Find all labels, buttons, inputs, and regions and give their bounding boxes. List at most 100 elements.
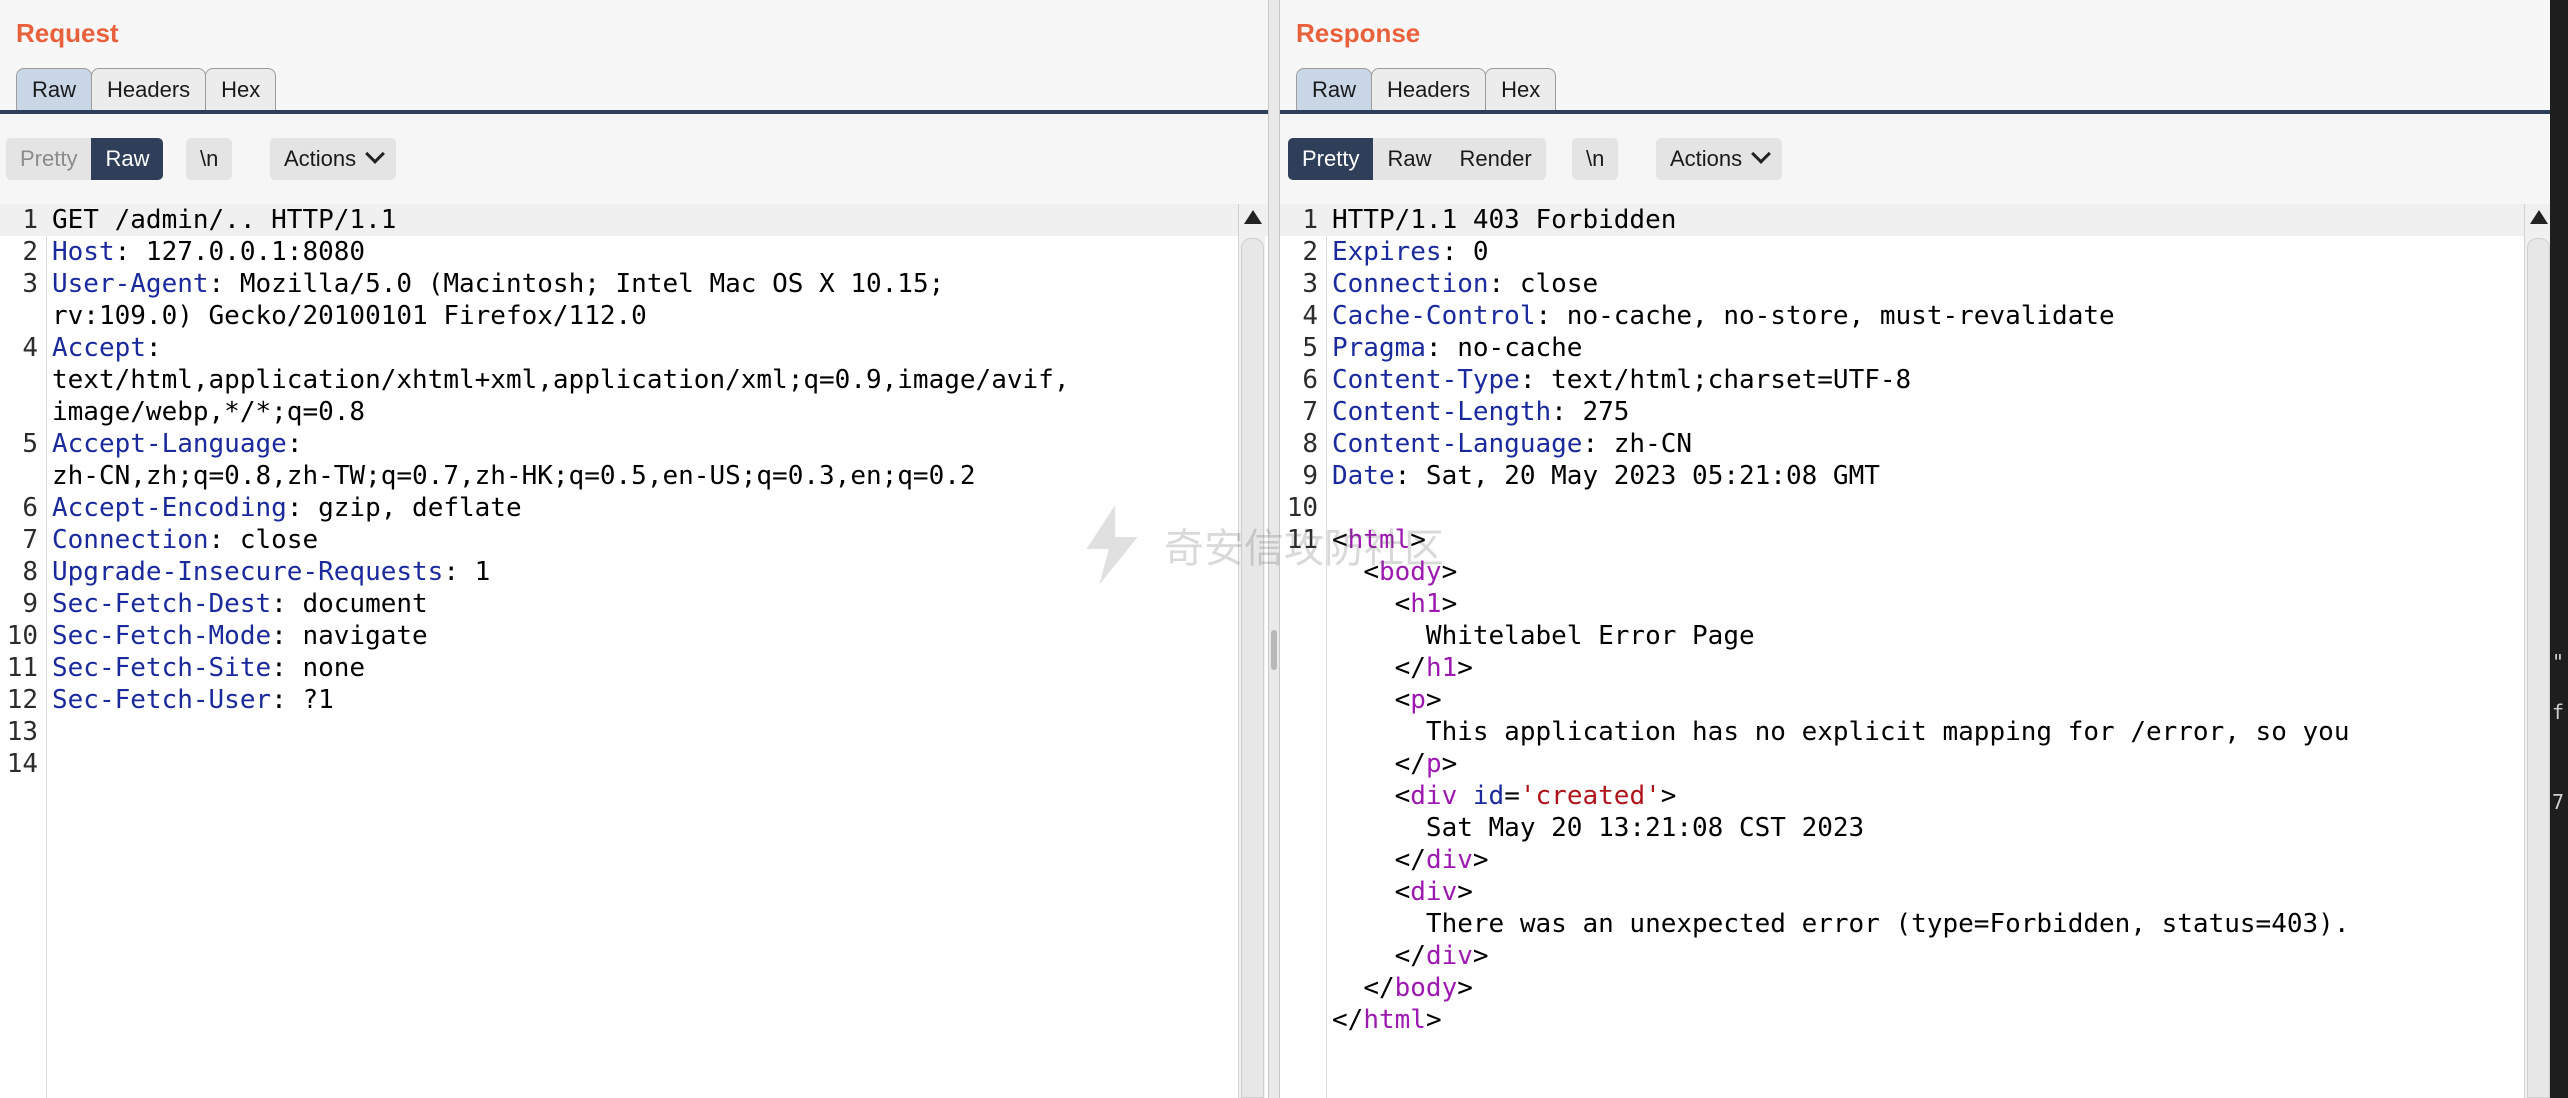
request-scrollbar[interactable]: [1238, 204, 1265, 1098]
tab-hex[interactable]: Hex: [1485, 68, 1557, 110]
header-value: : Mozilla/5.0 (Macintosh; Intel Mac OS X…: [208, 269, 945, 299]
view-mode-toggle: Pretty Raw Render: [1288, 138, 1546, 180]
line-text: Content-Type: text/html;charset=UTF-8: [1318, 364, 1911, 396]
code-line: </p>: [1280, 748, 2550, 780]
line-text: Content-Length: 275: [1318, 396, 1629, 428]
attr-name: id: [1457, 781, 1505, 811]
header-name: Connection: [52, 525, 209, 555]
line-text: Sat May 20 13:21:08 CST 2023: [1318, 812, 1864, 844]
tag-name: div: [1410, 877, 1458, 907]
line-number: 12: [6, 685, 38, 715]
code-line: Whitelabel Error Page: [1280, 620, 2550, 652]
code-line: text/html,application/xhtml+xml,applicat…: [0, 364, 1268, 396]
line-text: [38, 716, 52, 748]
line-number: 5: [22, 429, 38, 459]
raw-button[interactable]: Raw: [1373, 138, 1445, 180]
line-number: 8: [1302, 429, 1318, 459]
line-number: [1280, 748, 1318, 780]
line-number: [0, 460, 38, 492]
line-text: GET /admin/.. HTTP/1.1: [38, 204, 396, 236]
tag-bracket: </: [1394, 941, 1426, 971]
scroll-up-icon[interactable]: [2530, 210, 2548, 224]
line-number: 1: [1302, 205, 1318, 235]
header-name: Upgrade-Insecure-Requests: [52, 557, 444, 587]
newline-button[interactable]: \n: [1572, 138, 1619, 180]
line-number: 1: [22, 205, 38, 235]
line-number: 8: [22, 557, 38, 587]
line-text: <div id='created'>: [1318, 780, 1677, 812]
tab-hex[interactable]: Hex: [205, 68, 277, 110]
tag-name: p: [1410, 685, 1426, 715]
code-line: image/webp,*/*;q=0.8: [0, 396, 1268, 428]
code-line: 8 Upgrade-Insecure-Requests: 1: [0, 556, 1268, 588]
line-text: Accept-Encoding: gzip, deflate: [38, 492, 522, 524]
line-number: [0, 300, 38, 332]
code-line: </body>: [1280, 972, 2550, 1004]
line-content: There was an unexpected error (type=Forb…: [1332, 909, 2350, 939]
tag-bracket: >: [1457, 653, 1473, 683]
line-text: Host: 127.0.0.1:8080: [38, 236, 365, 268]
header-name: Sec-Fetch-Mode: [52, 621, 272, 651]
header-name: Host: [52, 237, 115, 267]
tab-headers[interactable]: Headers: [91, 68, 207, 110]
code-line: 2 Host: 127.0.0.1:8080: [0, 236, 1268, 268]
actions-dropdown[interactable]: Actions: [270, 138, 397, 180]
pretty-button[interactable]: Pretty: [6, 138, 91, 180]
raw-button[interactable]: Raw: [91, 138, 164, 180]
response-editor[interactable]: 1 HTTP/1.1 403 Forbidden 2 Expires: 0 3 Conne…: [1280, 204, 2550, 1098]
tab-raw[interactable]: Raw: [16, 68, 93, 110]
code-line: 10 Sec-Fetch-Mode: navigate: [0, 620, 1268, 652]
line-text: Pragma: no-cache: [1318, 332, 1582, 364]
header-name: Pragma: [1332, 333, 1426, 363]
render-button[interactable]: Render: [1445, 138, 1545, 180]
splitter-grip[interactable]: [1271, 630, 1277, 670]
tab-headers[interactable]: Headers: [1371, 68, 1487, 110]
header-value: : navigate: [271, 621, 428, 651]
code-line: 7 Connection: close: [0, 524, 1268, 556]
newline-button[interactable]: \n: [186, 138, 233, 180]
code-line: <p>: [1280, 684, 2550, 716]
line-number: [1280, 588, 1318, 620]
line-number: 4: [22, 333, 38, 363]
response-scrollbar[interactable]: [2524, 204, 2550, 1098]
tag-bracket: >: [1441, 749, 1458, 779]
code-line: zh-CN,zh;q=0.8,zh-TW;q=0.7,zh-HK;q=0.5,e…: [0, 460, 1268, 492]
tag-name: div: [1410, 781, 1458, 811]
line-text: This application has no explicit mapping…: [1318, 716, 2350, 748]
line-text: HTTP/1.1 403 Forbidden: [1318, 204, 1676, 236]
line-number: [1280, 940, 1318, 972]
tag-bracket: </: [1394, 653, 1426, 683]
response-panel: Response Raw Headers Hex Pretty Raw Rend…: [1280, 0, 2550, 1098]
line-number: [1280, 780, 1318, 812]
scroll-up-icon[interactable]: [1244, 210, 1262, 224]
actions-dropdown[interactable]: Actions: [1656, 138, 1783, 180]
code-line: 1 GET /admin/.. HTTP/1.1: [0, 204, 1268, 236]
line-text: Upgrade-Insecure-Requests: 1: [38, 556, 490, 588]
request-editor[interactable]: 1 GET /admin/.. HTTP/1.1 2 Host: 127.0.0.1:…: [0, 204, 1268, 1098]
scroll-thumb[interactable]: [1241, 238, 1264, 1098]
pretty-button[interactable]: Pretty: [1288, 138, 1374, 180]
header-name: Accept: [52, 333, 146, 363]
code-line: 6 Accept-Encoding: gzip, deflate: [0, 492, 1268, 524]
header-name: Accept-Language: [52, 429, 287, 459]
watermark-logo-icon: [1086, 505, 1138, 585]
tag-name: html: [1363, 1005, 1426, 1035]
line-text: </h1>: [1318, 652, 1473, 684]
header-name: User-Agent: [52, 269, 209, 299]
line-content: zh-CN,zh;q=0.8,zh-TW;q=0.7,zh-HK;q=0.5,e…: [52, 461, 976, 491]
tag-bracket: <: [1394, 589, 1411, 619]
scroll-thumb[interactable]: [2527, 238, 2550, 1098]
header-name: Sec-Fetch-User: [52, 685, 272, 715]
line-number: [1280, 652, 1318, 684]
header-value: :: [286, 429, 303, 459]
line-text: zh-CN,zh;q=0.8,zh-TW;q=0.7,zh-HK;q=0.5,e…: [38, 460, 976, 492]
header-value: : Sat, 20 May 2023 05:21:08 GMT: [1394, 461, 1880, 491]
tag-name: div: [1425, 845, 1473, 875]
tab-raw[interactable]: Raw: [1296, 68, 1373, 110]
tag-bracket: >: [1660, 781, 1677, 811]
header-name: Sec-Fetch-Site: [52, 653, 272, 683]
line-content: GET /admin/.. HTTP/1.1: [52, 205, 397, 235]
